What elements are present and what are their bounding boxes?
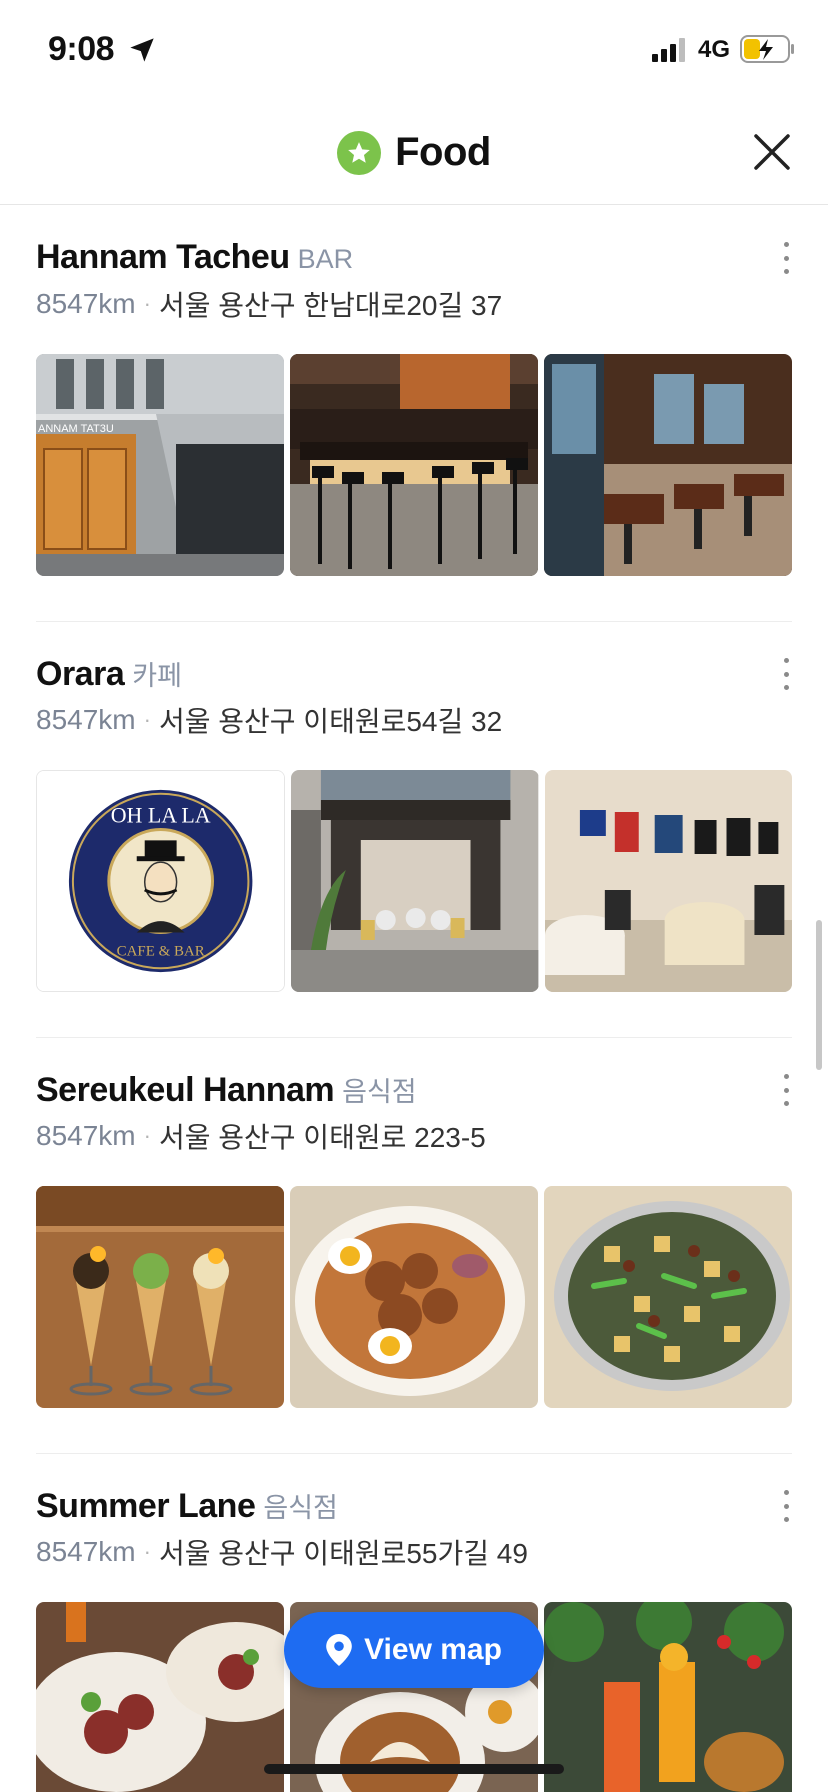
screen: 9:08 4G Food Hannam Tacheu BAR 8547km · … [0, 0, 828, 1792]
place-card[interactable]: Orara 카페 8547km · 서울 용산구 이태원로54길 32 OH L… [36, 622, 792, 1038]
more-options-icon[interactable] [774, 654, 798, 694]
logo-title: OH LA LA [111, 804, 211, 828]
place-card[interactable]: Hannam Tacheu BAR 8547km · 서울 용산구 한남대로20… [36, 206, 792, 622]
meta-separator: · [143, 1539, 151, 1564]
place-meta: 8547km · 서울 용산구 이태원로54길 32 [36, 700, 502, 740]
place-meta: 8547km · 서울 용산구 이태원로 223-5 [36, 1116, 486, 1156]
place-title-row: Hannam Tacheu BAR [36, 238, 353, 282]
photo-storefront[interactable] [291, 770, 539, 992]
place-name[interactable]: Hannam Tacheu [36, 238, 290, 277]
place-address: 서울 용산구 이태원로54길 32 [158, 706, 503, 737]
place-category: 카페 [132, 661, 182, 691]
photo-bar-interior[interactable] [290, 354, 538, 576]
photo-salad-platter[interactable] [544, 1186, 792, 1408]
place-distance: 8547km [36, 1120, 136, 1151]
photo-cafe-interior[interactable] [544, 770, 792, 992]
photo-dining-room[interactable] [544, 354, 792, 576]
logo-subtitle: CAFE & BAR [117, 943, 205, 959]
photo-strip: ANNAM TAT3U [36, 354, 792, 576]
place-name[interactable]: Summer Lane [36, 1487, 256, 1526]
photo-cafe-logo[interactable]: OH LA LA CAFE & BAR [36, 770, 286, 992]
building-sign: ANNAM TAT3U [38, 423, 114, 435]
home-indicator[interactable] [264, 1764, 564, 1774]
meta-separator: · [143, 291, 151, 316]
star-icon [337, 130, 382, 175]
place-title-row: Orara 카페 [36, 654, 182, 698]
place-title-row: Summer Lane 음식점 [36, 1486, 338, 1530]
map-pin-icon [326, 1634, 352, 1666]
place-distance: 8547km [36, 1536, 136, 1567]
photo-strip [36, 1186, 792, 1408]
battery-charging-icon [740, 35, 794, 63]
network-type: 4G [698, 36, 731, 63]
place-meta: 8547km · 서울 용산구 이태원로55가길 49 [36, 1532, 528, 1572]
place-name[interactable]: Sereukeul Hannam [36, 1071, 335, 1110]
photo-dish-eggs[interactable] [290, 1186, 538, 1408]
photo-brunch-plates[interactable] [36, 1602, 284, 1792]
more-options-icon[interactable] [774, 1070, 798, 1110]
place-distance: 8547km [36, 288, 136, 319]
meta-separator: · [143, 1123, 151, 1148]
place-category: 음식점 [263, 1493, 338, 1523]
place-address: 서울 용산구 이태원로 223-5 [158, 1122, 486, 1153]
place-list: Hannam Tacheu BAR 8547km · 서울 용산구 한남대로20… [0, 206, 828, 1792]
meta-separator: · [143, 707, 151, 732]
place-distance: 8547km [36, 704, 136, 735]
place-category: BAR [297, 244, 354, 274]
view-map-button[interactable]: View map [284, 1612, 544, 1688]
signal-icon [652, 38, 685, 62]
place-meta: 8547km · 서울 용산구 한남대로20길 37 [36, 284, 502, 324]
photo-strip: OH LA LA CAFE & BAR [36, 770, 792, 992]
place-address: 서울 용산구 한남대로20길 37 [158, 290, 503, 321]
place-category: 음식점 [342, 1077, 417, 1107]
more-options-icon[interactable] [774, 1486, 798, 1526]
photo-juices[interactable] [544, 1602, 792, 1792]
place-address: 서울 용산구 이태원로55가길 49 [158, 1538, 528, 1569]
view-map-label: View map [364, 1633, 502, 1666]
photo-ice-cream-cones[interactable] [36, 1186, 284, 1408]
place-name[interactable]: Orara [36, 655, 125, 694]
title-group: Food [0, 100, 828, 205]
status-bar: 9:08 4G [0, 0, 828, 100]
location-arrow-icon [130, 38, 154, 62]
more-options-icon[interactable] [774, 238, 798, 278]
place-card[interactable]: Sereukeul Hannam 음식점 8547km · 서울 용산구 이태원… [36, 1038, 792, 1454]
close-icon[interactable] [746, 126, 798, 178]
place-title-row: Sereukeul Hannam 음식점 [36, 1070, 417, 1114]
photo-building-exterior[interactable]: ANNAM TAT3U [36, 354, 284, 576]
header: Food [0, 100, 828, 205]
status-time: 9:08 [48, 30, 115, 68]
page-title: Food [395, 130, 491, 174]
scrollbar[interactable] [816, 920, 822, 1070]
